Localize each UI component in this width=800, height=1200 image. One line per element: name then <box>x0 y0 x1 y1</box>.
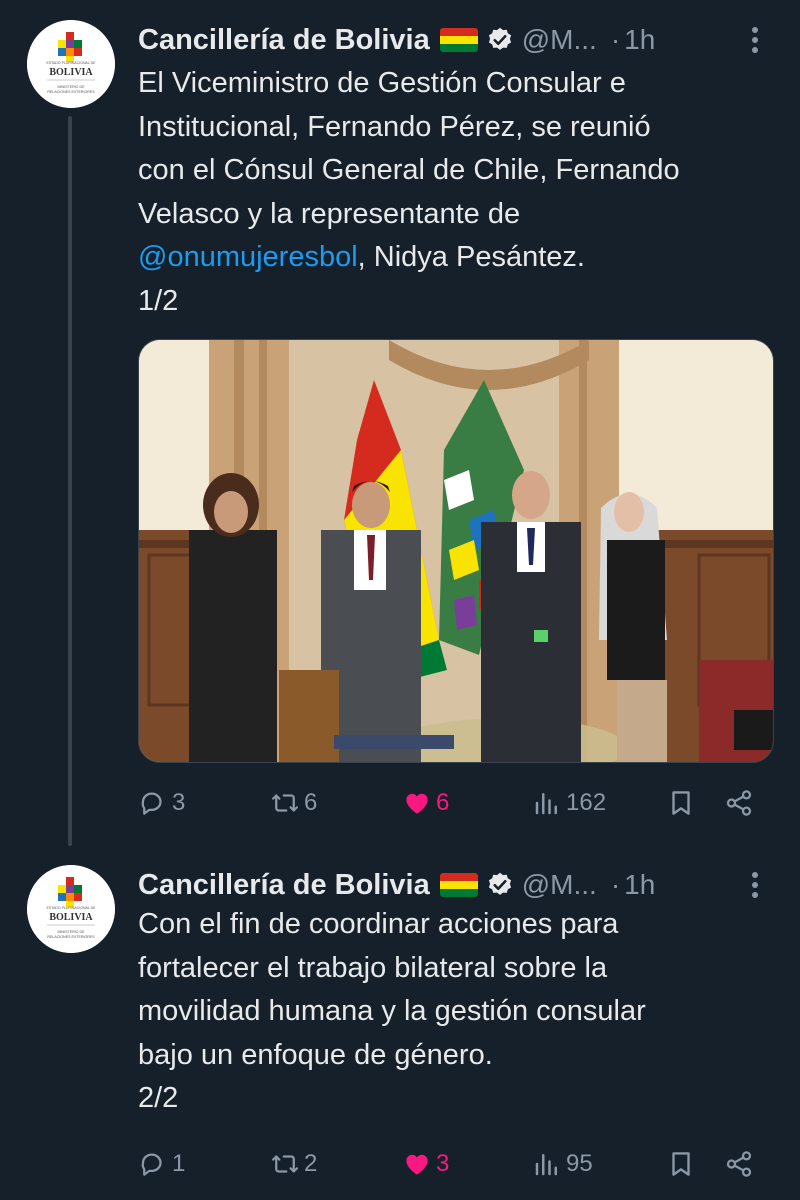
text-after-mention: , Nidya Pesántez. <box>357 241 585 273</box>
mention-link[interactable]: @onumujeresbol <box>138 241 358 273</box>
reply-count: 1 <box>172 1150 186 1177</box>
author-name[interactable]: Cancillería de Bolivia <box>138 24 430 57</box>
share-button[interactable] <box>724 1142 754 1186</box>
share-button[interactable] <box>724 781 754 825</box>
heart-icon <box>406 793 428 814</box>
views-icon <box>535 1154 557 1176</box>
views-button[interactable]: 95 <box>532 1142 593 1186</box>
timestamp[interactable]: 1h <box>624 869 655 901</box>
like-button[interactable]: 3 <box>402 1142 449 1186</box>
author-name[interactable]: Cancillería de Bolivia <box>138 869 430 902</box>
separator-dot: · <box>610 869 621 900</box>
like-count: 3 <box>436 1150 450 1177</box>
retweet-button[interactable]: 6 <box>270 781 317 825</box>
text-line: Institucional, Fernando Pérez, se reunió <box>138 110 651 143</box>
tweet-text: El Viceministro de Gestión Consular e In… <box>138 62 770 323</box>
cancilleria-logo: ESTADO PLURINACIONAL DE BOLIVIA MINISTER… <box>27 865 115 953</box>
tweet-header: Cancillería de Bolivia @M... · 1h <box>138 18 770 62</box>
svg-text:BOLIVIA: BOLIVIA <box>49 67 93 78</box>
retweet-button[interactable]: 2 <box>270 1142 317 1186</box>
timestamp[interactable]: 1h <box>624 24 655 56</box>
bolivia-flag-icon <box>439 28 478 52</box>
text-line: @onumujeresbol, Nidya Pesántez. <box>138 236 770 280</box>
tweet-text: Con el fin de coordinar acciones para fo… <box>138 903 770 1121</box>
views-button[interactable]: 162 <box>532 781 606 825</box>
heart-icon <box>406 1154 428 1175</box>
like-count: 6 <box>436 789 450 816</box>
bolivia-flag-icon <box>439 873 478 897</box>
thread-container: ESTADO PLURINACIONAL DE BOLIVIA MINISTER… <box>0 0 800 1200</box>
share-icon <box>726 790 752 816</box>
tweet-photo[interactable] <box>138 339 774 763</box>
bookmark-icon <box>672 1152 690 1176</box>
text-line: El Viceministro de Gestión Consular e <box>138 67 626 99</box>
text-line: movilidad humana y la gestión consular <box>138 995 646 1027</box>
retweet-icon <box>272 1155 298 1173</box>
author-handle[interactable]: @M... <box>522 24 597 56</box>
retweet-count: 6 <box>304 789 318 816</box>
views-count: 95 <box>566 1150 593 1177</box>
verified-badge-icon <box>486 26 514 54</box>
tweet-actions: 3 6 6 162 <box>138 781 768 825</box>
svg-text:RELACIONES EXTERIORES: RELACIONES EXTERIORES <box>47 90 95 94</box>
separator-dot: · <box>610 24 621 55</box>
tweet-actions: 1 2 3 95 <box>138 1142 768 1186</box>
avatar[interactable]: ESTADO PLURINACIONAL DE BOLIVIA MINISTER… <box>27 20 115 108</box>
reply-icon <box>141 792 162 815</box>
svg-text:RELACIONES EXTERIORES: RELACIONES EXTERIORES <box>47 935 95 939</box>
text-line: Con el fin de coordinar acciones para <box>138 908 619 940</box>
retweet-count: 2 <box>304 1150 318 1177</box>
svg-text:BOLIVIA: BOLIVIA <box>49 912 93 923</box>
svg-text:ESTADO PLURINACIONAL DE: ESTADO PLURINACIONAL DE <box>46 906 96 910</box>
share-icon <box>726 1151 752 1177</box>
thread-connector-line <box>68 116 72 846</box>
svg-text:MINISTERIO DE: MINISTERIO DE <box>58 930 86 934</box>
reply-icon <box>141 1153 162 1176</box>
text-line: con el Cónsul General de Chile, Fernando <box>138 154 680 186</box>
reply-button[interactable]: 1 <box>138 1142 185 1186</box>
svg-text:ESTADO PLURINACIONAL DE: ESTADO PLURINACIONAL DE <box>46 61 96 65</box>
bookmark-button[interactable] <box>666 1142 696 1186</box>
like-button[interactable]: 6 <box>402 781 449 825</box>
text-line: fortalecer el trabajo bilateral sobre la <box>138 951 608 984</box>
views-icon <box>535 793 557 815</box>
text-line: Velasco y la representante de <box>138 197 521 230</box>
avatar[interactable]: ESTADO PLURINACIONAL DE BOLIVIA MINISTER… <box>27 865 115 953</box>
more-vertical-icon[interactable] <box>740 867 770 903</box>
reply-button[interactable]: 3 <box>138 781 185 825</box>
more-vertical-icon[interactable] <box>740 22 770 58</box>
bookmark-icon <box>672 791 690 815</box>
text-line: bajo un enfoque de género. <box>138 1038 493 1071</box>
thread-index: 2/2 <box>138 1082 179 1114</box>
thread-index: 1/2 <box>138 284 179 317</box>
views-count: 162 <box>566 789 607 816</box>
cancilleria-logo: ESTADO PLURINACIONAL DE BOLIVIA MINISTER… <box>27 20 115 108</box>
verified-badge-icon <box>486 871 514 899</box>
reply-count: 3 <box>172 789 186 816</box>
author-handle[interactable]: @M... <box>522 869 597 901</box>
retweet-icon <box>272 794 298 812</box>
bookmark-button[interactable] <box>666 781 696 825</box>
svg-text:MINISTERIO DE: MINISTERIO DE <box>58 85 86 89</box>
tweet-header: Cancillería de Bolivia @M... · 1h <box>138 863 770 907</box>
